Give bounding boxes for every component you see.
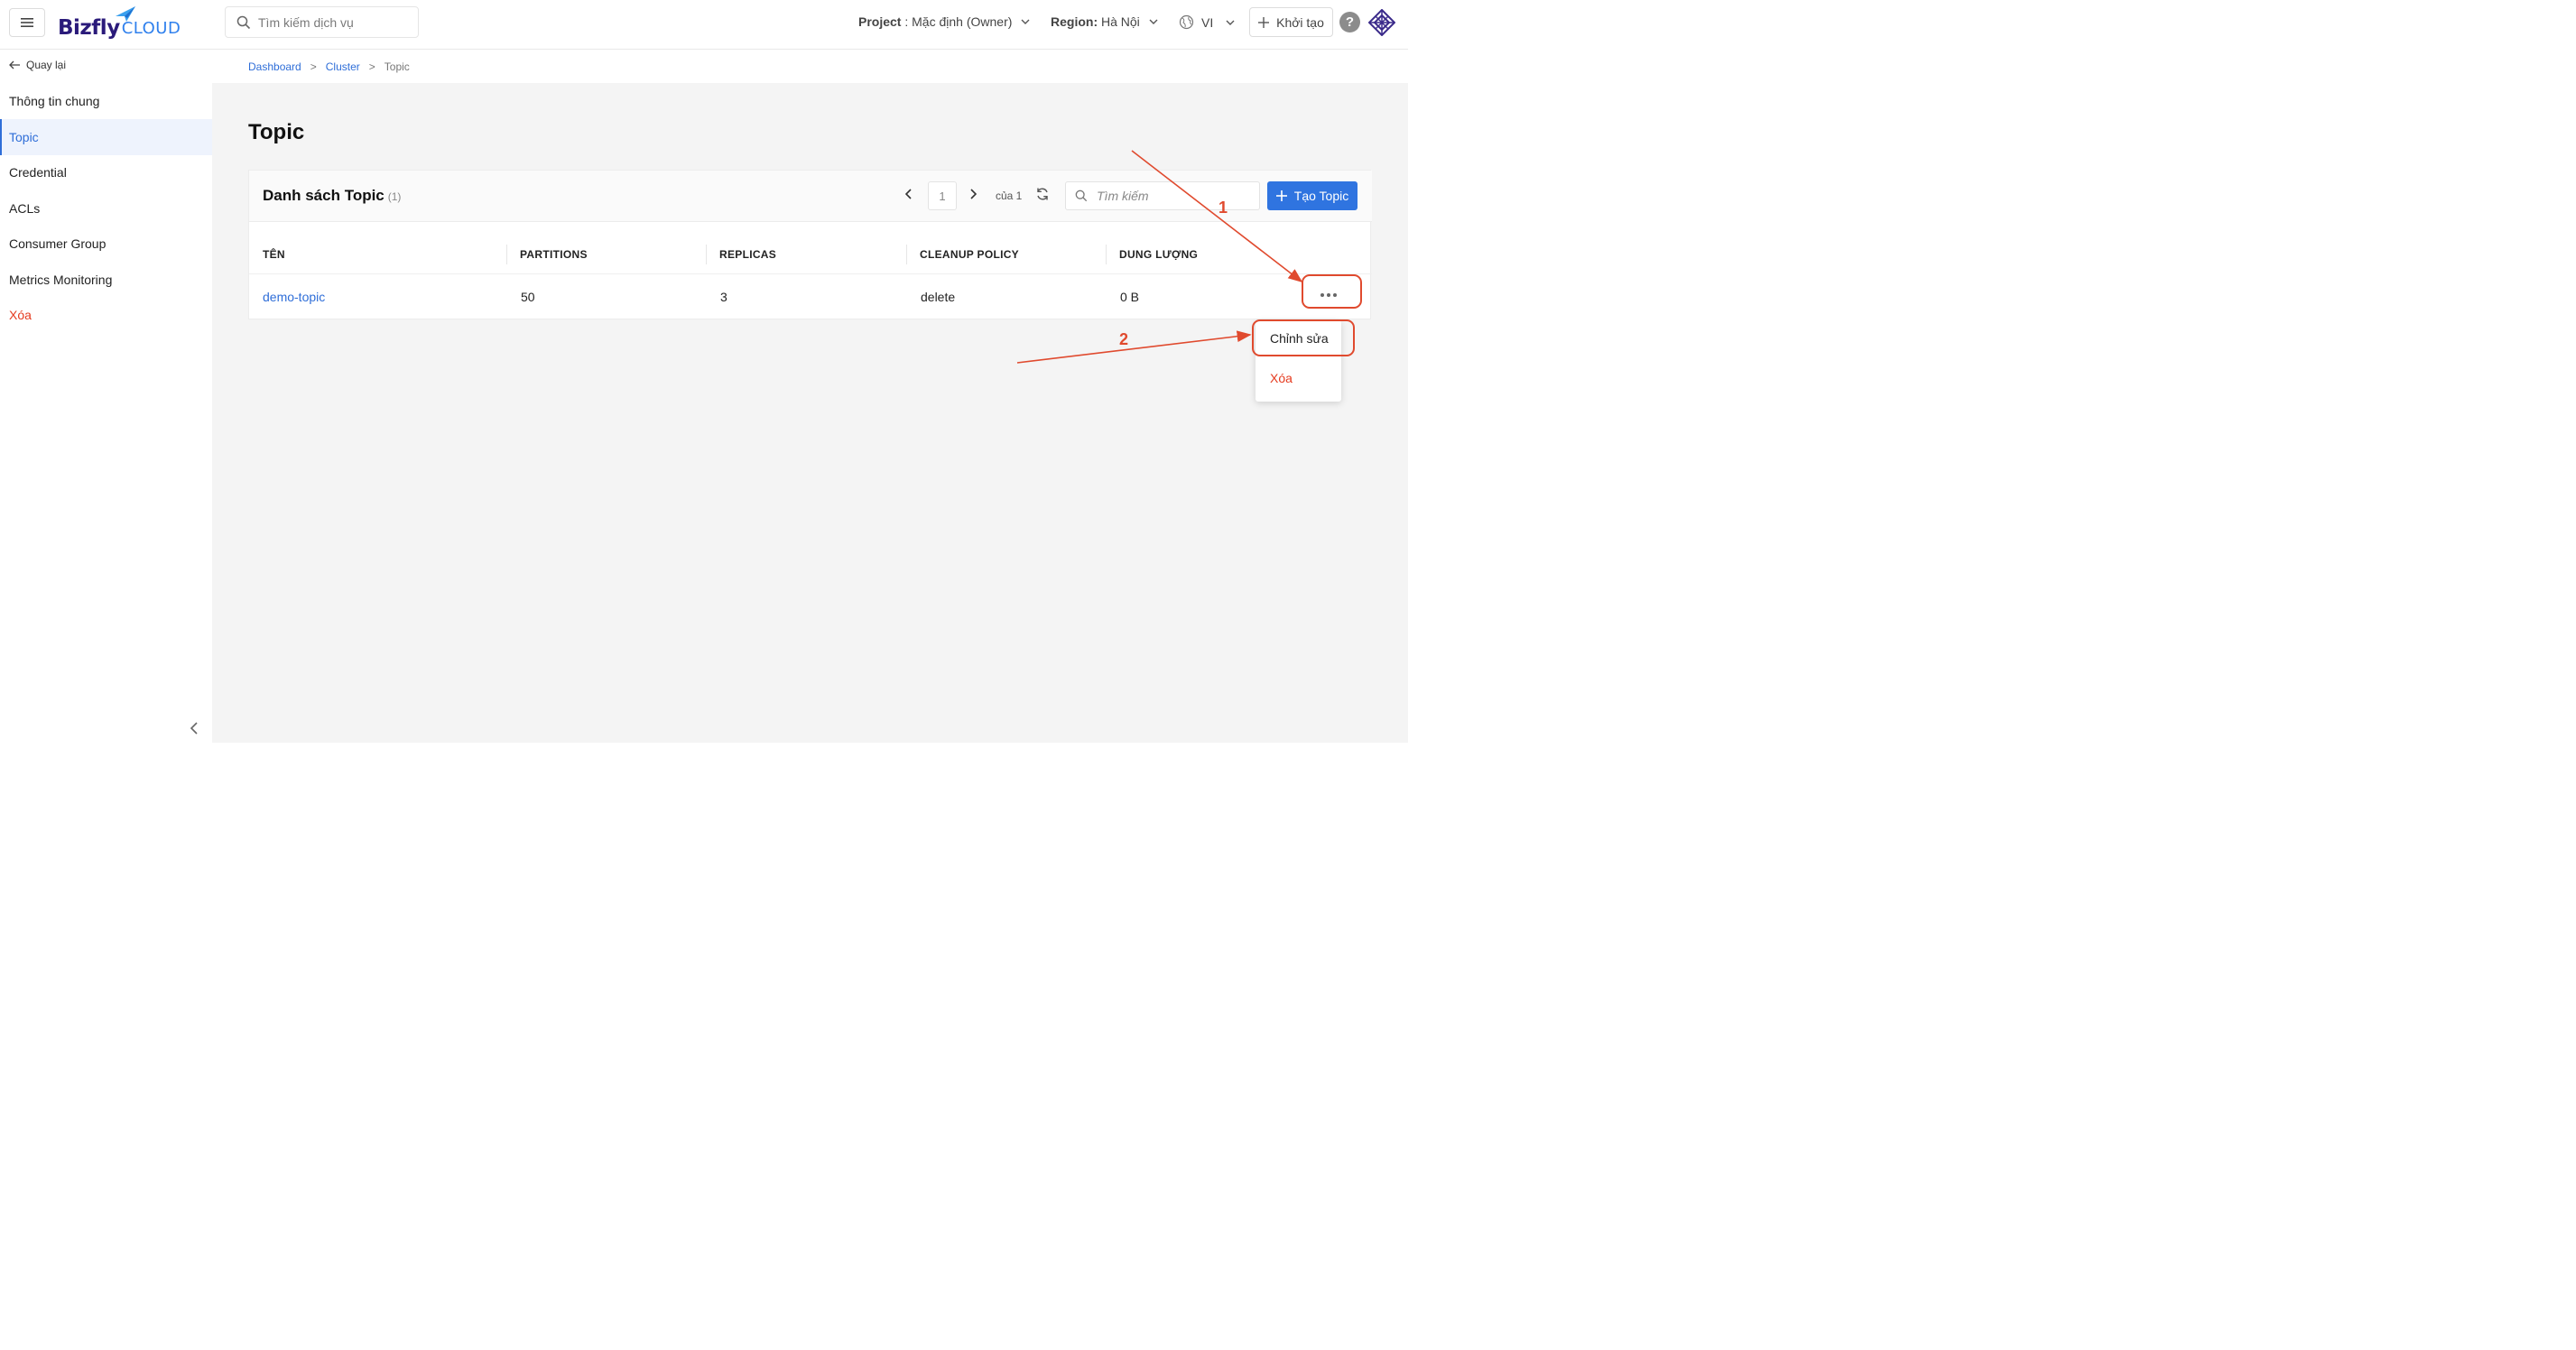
hamburger-icon [21,18,33,27]
sidebar-item-general-info[interactable]: Thông tin chung [0,83,212,119]
cell-size: 0 B [1120,290,1140,304]
more-dot-icon [1327,293,1330,297]
hamburger-menu-button[interactable] [9,8,45,37]
topic-search-placeholder: Tìm kiếm [1097,189,1149,203]
more-dot-icon [1320,293,1324,297]
back-link[interactable]: Quay lại [9,59,66,71]
back-link-label: Quay lại [26,59,67,71]
row-actions-menu: Chỉnh sửa Xóa [1256,320,1341,402]
region-label: Region: [1051,14,1098,29]
page-number-input[interactable]: 1 [928,181,957,210]
arrow-left-icon [9,60,20,69]
menu-item-edit[interactable]: Chỉnh sửa [1256,320,1341,356]
project-selector[interactable]: Project : Mặc định (Owner) [858,14,1030,29]
create-topic-label: Tạo Topic [1293,189,1349,203]
column-divider [906,245,907,264]
help-icon[interactable]: ? [1339,12,1360,32]
row-actions-button[interactable] [1311,283,1347,307]
search-icon [236,15,251,29]
menu-item-delete[interactable]: Xóa [1256,360,1341,396]
breadcrumb: Dashboard > Cluster > Topic [212,50,1408,83]
column-divider [706,245,707,264]
user-avatar[interactable] [1368,9,1395,36]
breadcrumb-cluster[interactable]: Cluster [326,60,360,73]
cell-replicas: 3 [720,290,727,304]
column-header-name[interactable]: TÊN [263,248,285,261]
refresh-icon[interactable] [1035,187,1050,201]
breadcrumb-separator: > [310,60,317,73]
topic-list-card: Danh sách Topic (1) 1 của 1 Tìm kiếm Tạo … [248,170,1372,319]
globe-icon [1179,14,1194,30]
language-selector[interactable]: VI [1179,14,1235,30]
card-header: Danh sách Topic (1) 1 của 1 Tìm kiếm Tạo … [249,171,1372,222]
cell-cleanup-policy: delete [921,290,956,304]
sidebar-item-delete[interactable]: Xóa [0,297,212,333]
language-value: VI [1201,14,1214,30]
more-dot-icon [1333,293,1337,297]
column-header-size[interactable]: DUNG LƯỢNG [1119,248,1198,261]
breadcrumb-separator: > [368,60,375,73]
column-header-partitions[interactable]: PARTITIONS [520,248,588,261]
page-total-text: của 1 [996,190,1023,202]
breadcrumb-topic: Topic [384,60,410,73]
plus-icon [1258,16,1270,28]
row-divider [249,273,1372,274]
project-label: Project [858,14,902,29]
service-search-input[interactable]: Tìm kiếm dịch vụ [225,6,419,38]
chevron-down-icon [1149,19,1158,24]
sidebar-item-credential[interactable]: Credential [0,154,212,190]
sidebar-item-topic[interactable]: Topic [0,119,212,155]
annotation-arrow-2 [1016,330,1252,364]
project-value: : Mặc định (Owner) [901,14,1013,29]
page-title: Topic [248,120,305,144]
topic-count: (1) [387,190,402,203]
chevron-down-icon [1226,20,1235,25]
card-title: Danh sách Topic (1) [263,187,401,205]
create-resource-label: Khởi tạo [1276,14,1324,30]
paper-plane-logo-icon [116,6,135,22]
sidebar-item-acls[interactable]: ACLs [0,190,212,227]
step-number-2: 2 [1119,330,1129,348]
column-header-replicas[interactable]: REPLICAS [719,248,776,261]
card-title-text: Danh sách Topic [263,187,385,204]
breadcrumb-dashboard[interactable]: Dashboard [248,60,301,73]
sidebar-item-metrics-monitoring[interactable]: Metrics Monitoring [0,262,212,298]
column-divider [1106,245,1107,264]
app-screen: Bizfly CLOUD Tìm kiếm dịch vụ Project : … [0,0,1408,743]
collapse-sidebar-icon[interactable] [188,721,200,735]
bizfly-cloud-logo[interactable]: Bizfly CLOUD [58,6,181,40]
logo-text-main: Bizfly [58,16,120,40]
chevron-right-icon[interactable] [969,189,977,199]
topic-search-input[interactable]: Tìm kiếm [1065,181,1260,210]
sidebar-item-consumer-group[interactable]: Consumer Group [0,226,212,262]
region-value: Hà Nội [1098,14,1140,29]
plus-icon [1275,190,1287,201]
create-resource-button[interactable]: Khởi tạo [1249,7,1333,37]
sidebar: Quay lại Thông tin chung Topic Credentia… [0,50,212,743]
service-search-placeholder: Tìm kiếm dịch vụ [258,14,354,30]
topic-name-link[interactable]: demo-topic [263,290,325,304]
create-topic-button[interactable]: Tạo Topic [1267,181,1357,210]
column-header-cleanup-policy[interactable]: CLEANUP POLICY [920,248,1019,261]
search-icon [1075,190,1088,202]
cell-partitions: 50 [521,290,535,304]
region-selector[interactable]: Region: Hà Nội [1051,14,1158,29]
chevron-down-icon [1021,19,1030,24]
column-divider [506,245,507,264]
chevron-left-icon[interactable] [905,189,913,199]
top-header: Bizfly CLOUD Tìm kiếm dịch vụ Project : … [0,0,1408,50]
